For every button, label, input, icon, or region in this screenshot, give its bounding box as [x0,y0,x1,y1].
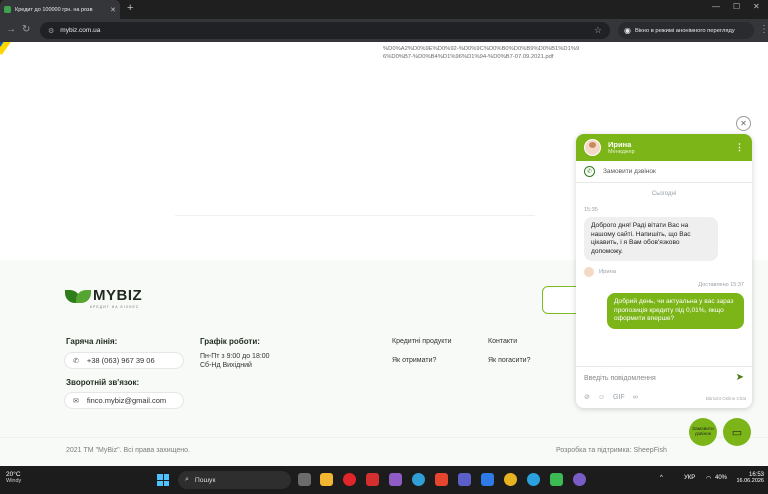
mybiz-logo[interactable]: MYBIZ [65,287,142,304]
logo-leaf-icon [65,288,91,304]
link-credit-products[interactable]: Кредитні продукти [392,338,452,345]
address-bar-row: → ↻ ⚙ mybiz.com.ua ☆ ◉ Вікно в режимі ан… [0,19,768,42]
incognito-indicator[interactable]: ◉ Вікно в режимі анонімного перегляду [618,22,754,39]
edge-icon[interactable] [412,473,425,486]
email-pill[interactable]: ✉ finco.mybiz@gmail.com [64,392,184,409]
logo-subtitle: КРЕДИТ НА БІЗНЕС [90,305,140,309]
keyboard-lang[interactable]: УКР [684,475,695,481]
url-text[interactable]: mybiz.com.ua [60,27,594,34]
maximize-icon[interactable]: ☐ [733,2,740,11]
browser-tab-strip: Кредит до 100000 грн. на розв ✕ + — ☐ ✕ [0,0,768,19]
new-tab-button[interactable]: + [127,2,133,14]
mail-icon: ✉ [73,397,79,405]
task-view-icon[interactable] [298,473,311,486]
incoming-message: Доброго дня! Раді вітати Вас на нашому с… [584,217,718,261]
weather-widget[interactable]: 20°C Windy [6,471,21,484]
gif-button[interactable]: GIF [613,394,625,401]
copyright: 2021 ТМ "MyBiz". Всі права захищено. [66,447,190,454]
send-icon[interactable]: ➤ [736,372,744,383]
day-separator: Сьогодні [651,191,677,197]
order-call-label[interactable]: Замовити дзвінок [603,168,656,175]
link-how-to-repay[interactable]: Як погасити? [488,357,530,364]
agent-label: Ирина [599,269,617,275]
chat-composer: Введіть повідомлення ➤ ⊘ ☺ GIF ∞ Bitrix2… [576,366,752,408]
start-button-icon[interactable] [157,474,169,486]
chat-brand: Bitrix24 Online Chat [705,396,746,401]
developer-credit[interactable]: Розробка та підтримка: SheepFish [556,447,667,454]
emoji-icon[interactable]: ☺ [598,394,605,401]
taskbar-search-label: Пошук [194,476,216,484]
telegram-icon[interactable] [527,473,540,486]
utorrent-icon[interactable] [550,473,563,486]
pdf-url-fragment[interactable]: %D0%A2%D0%9E%D0%92-%D0%9C%D0%B0%D0%B9%D0… [383,45,583,61]
opera-icon[interactable] [343,473,356,486]
incognito-icon: ◉ [624,26,631,35]
outgoing-message: Добрий день, чи актуальна у вас зараз пр… [607,293,744,329]
site-info-icon[interactable]: ⚙ [48,27,54,35]
browser-menu-icon[interactable]: ⋮ [759,24,768,35]
favicon-icon [4,6,11,13]
ukraine-ribbon [0,42,24,55]
link-how-to-get[interactable]: Як отримати? [392,357,436,364]
feedback-title: Зворотній зв'язок: [66,378,140,387]
phone-pill[interactable]: ✆ +38 (063) 967 39 06 [64,352,184,369]
attach-icon[interactable]: ⊘ [584,393,590,401]
delivered-status: Доставлено 15:37 [698,282,744,288]
chat-menu-icon[interactable]: ⋮ [735,142,744,153]
agent-role: Менеджер [608,149,635,155]
window-close-icon[interactable]: ✕ [753,2,760,11]
file-explorer-icon[interactable] [320,473,333,486]
copyright-divider [0,437,768,438]
tray-chevron-icon[interactable]: ^ [660,475,663,481]
chat-fab-icon[interactable]: ▭ [723,418,751,446]
agent-avatar [584,139,601,156]
clock-date: 16.06.2026 [736,478,764,484]
bookmark-star-icon[interactable]: ☆ [594,25,602,36]
battery-level[interactable]: 40% [715,475,727,481]
chrome-icon[interactable] [504,473,517,486]
incognito-label: Вікно в режимі анонімного перегляду [634,27,735,34]
taskbar-search[interactable]: ⌕ Пошук [178,471,291,489]
back-arrow-icon[interactable]: → [6,24,16,35]
email-address[interactable]: finco.mybiz@gmail.com [87,396,166,405]
taskbar: 20°C Windy ⌕ Пошук ^ УКР ◠ 40% 16:53 16.… [0,466,768,494]
wifi-icon[interactable]: ◠ [706,475,711,482]
chat-close-button[interactable]: ✕ [736,116,751,131]
weather-temp: 20°C [6,471,21,478]
search-icon: ⌕ [185,476,189,483]
order-call-row[interactable]: ✆ Замовити дзвінок [576,161,752,183]
tab-title: Кредит до 100000 грн. на розв [15,6,93,13]
app-l-icon[interactable] [366,473,379,486]
chat-header: Ирина Менеджер ⋮ [576,134,752,161]
order-call-fab[interactable]: Замовити дзвінок [689,418,717,446]
message-input[interactable]: Введіть повідомлення [584,375,656,382]
logo-text: MYBIZ [93,287,143,304]
teams-icon[interactable] [458,473,471,486]
agent-avatar-small [584,267,594,277]
minimize-icon[interactable]: — [712,2,720,11]
schedule-weekdays: Пн-Пт з 9:00 до 18:00 [200,353,270,360]
hotline-title: Гаряча лінія: [66,337,118,346]
phone-icon: ✆ [584,166,595,177]
schedule-weekend: Сб-Нд Вихідний [200,362,252,369]
copilot-icon[interactable] [389,473,402,486]
schedule-title: Графік роботи: [200,337,260,346]
message-time: 15:35 [584,207,598,213]
viber-icon[interactable] [573,473,586,486]
tab-close-icon[interactable]: ✕ [110,6,116,14]
phone-number[interactable]: +38 (063) 967 39 06 [87,356,155,365]
system-clock[interactable]: 16:53 16.06.2026 [732,472,764,484]
weather-desc: Windy [6,478,22,484]
agent-name: Ирина [608,140,632,149]
browser-tab[interactable]: Кредит до 100000 грн. на розв ✕ [0,0,120,19]
link-icon[interactable]: ∞ [633,394,638,401]
url-bar[interactable]: ⚙ mybiz.com.ua ☆ [40,22,610,39]
reload-icon[interactable]: ↻ [22,24,30,35]
content-divider [175,215,535,216]
phone-icon: ✆ [73,357,79,365]
dropbox-icon[interactable] [481,473,494,486]
link-contacts[interactable]: Контакти [488,338,517,345]
store-icon[interactable] [435,473,448,486]
chat-window: Ирина Менеджер ⋮ ✆ Замовити дзвінок Сьог… [576,134,752,408]
